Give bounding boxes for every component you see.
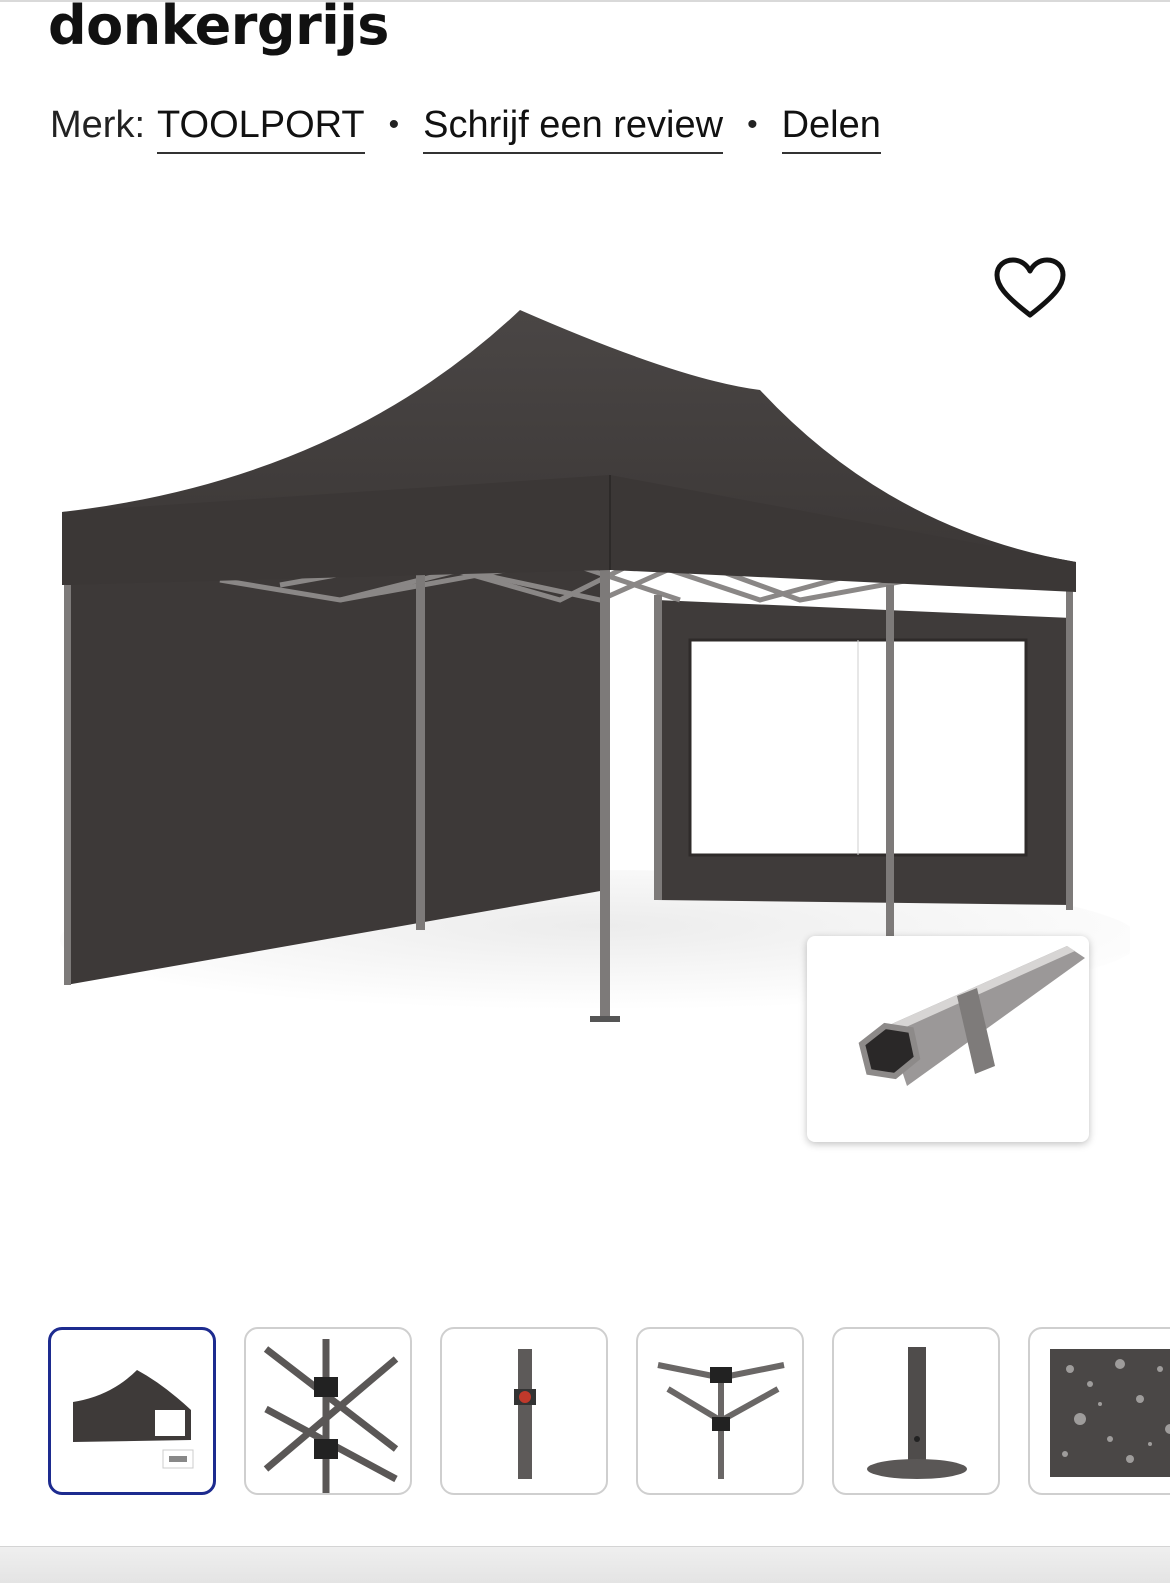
thumbnail-1[interactable] bbox=[48, 1327, 216, 1495]
heart-icon bbox=[994, 257, 1066, 318]
write-review-link[interactable]: Schrijf een review bbox=[423, 100, 724, 154]
foot-plate-thumbnail-image bbox=[867, 1347, 967, 1479]
thumbnail-6[interactable] bbox=[1028, 1327, 1170, 1495]
tent-thumbnail-image bbox=[73, 1370, 194, 1469]
bottom-bar bbox=[0, 1546, 1170, 1583]
separator-dot: • bbox=[388, 108, 400, 141]
brand-label: Merk: bbox=[50, 104, 145, 146]
thumbnail-4[interactable] bbox=[636, 1327, 804, 1495]
brand-link[interactable]: TOOLPORT bbox=[157, 100, 365, 154]
pole-detail-inset bbox=[807, 936, 1089, 1142]
favorite-button[interactable] bbox=[990, 252, 1070, 324]
share-link[interactable]: Delen bbox=[781, 100, 881, 154]
leg-button-thumbnail-image bbox=[514, 1349, 536, 1479]
product-title: donkergrijs bbox=[48, 0, 389, 57]
waterproof-fabric-thumbnail-image bbox=[1050, 1349, 1170, 1477]
hexagonal-pole-illustration bbox=[858, 946, 1085, 1086]
corner-bracket-thumbnail-image bbox=[657, 1362, 785, 1479]
product-meta-row: Merk: TOOLPORT • Schrijf een review • De… bbox=[50, 100, 881, 154]
thumbnail-strip bbox=[48, 1327, 1170, 1497]
thumbnail-3[interactable] bbox=[440, 1327, 608, 1495]
truss-thumbnail-image bbox=[263, 1339, 399, 1493]
separator-dot: • bbox=[747, 108, 758, 141]
thumbnail-5[interactable] bbox=[832, 1327, 1000, 1495]
thumbnail-2[interactable] bbox=[244, 1327, 412, 1495]
